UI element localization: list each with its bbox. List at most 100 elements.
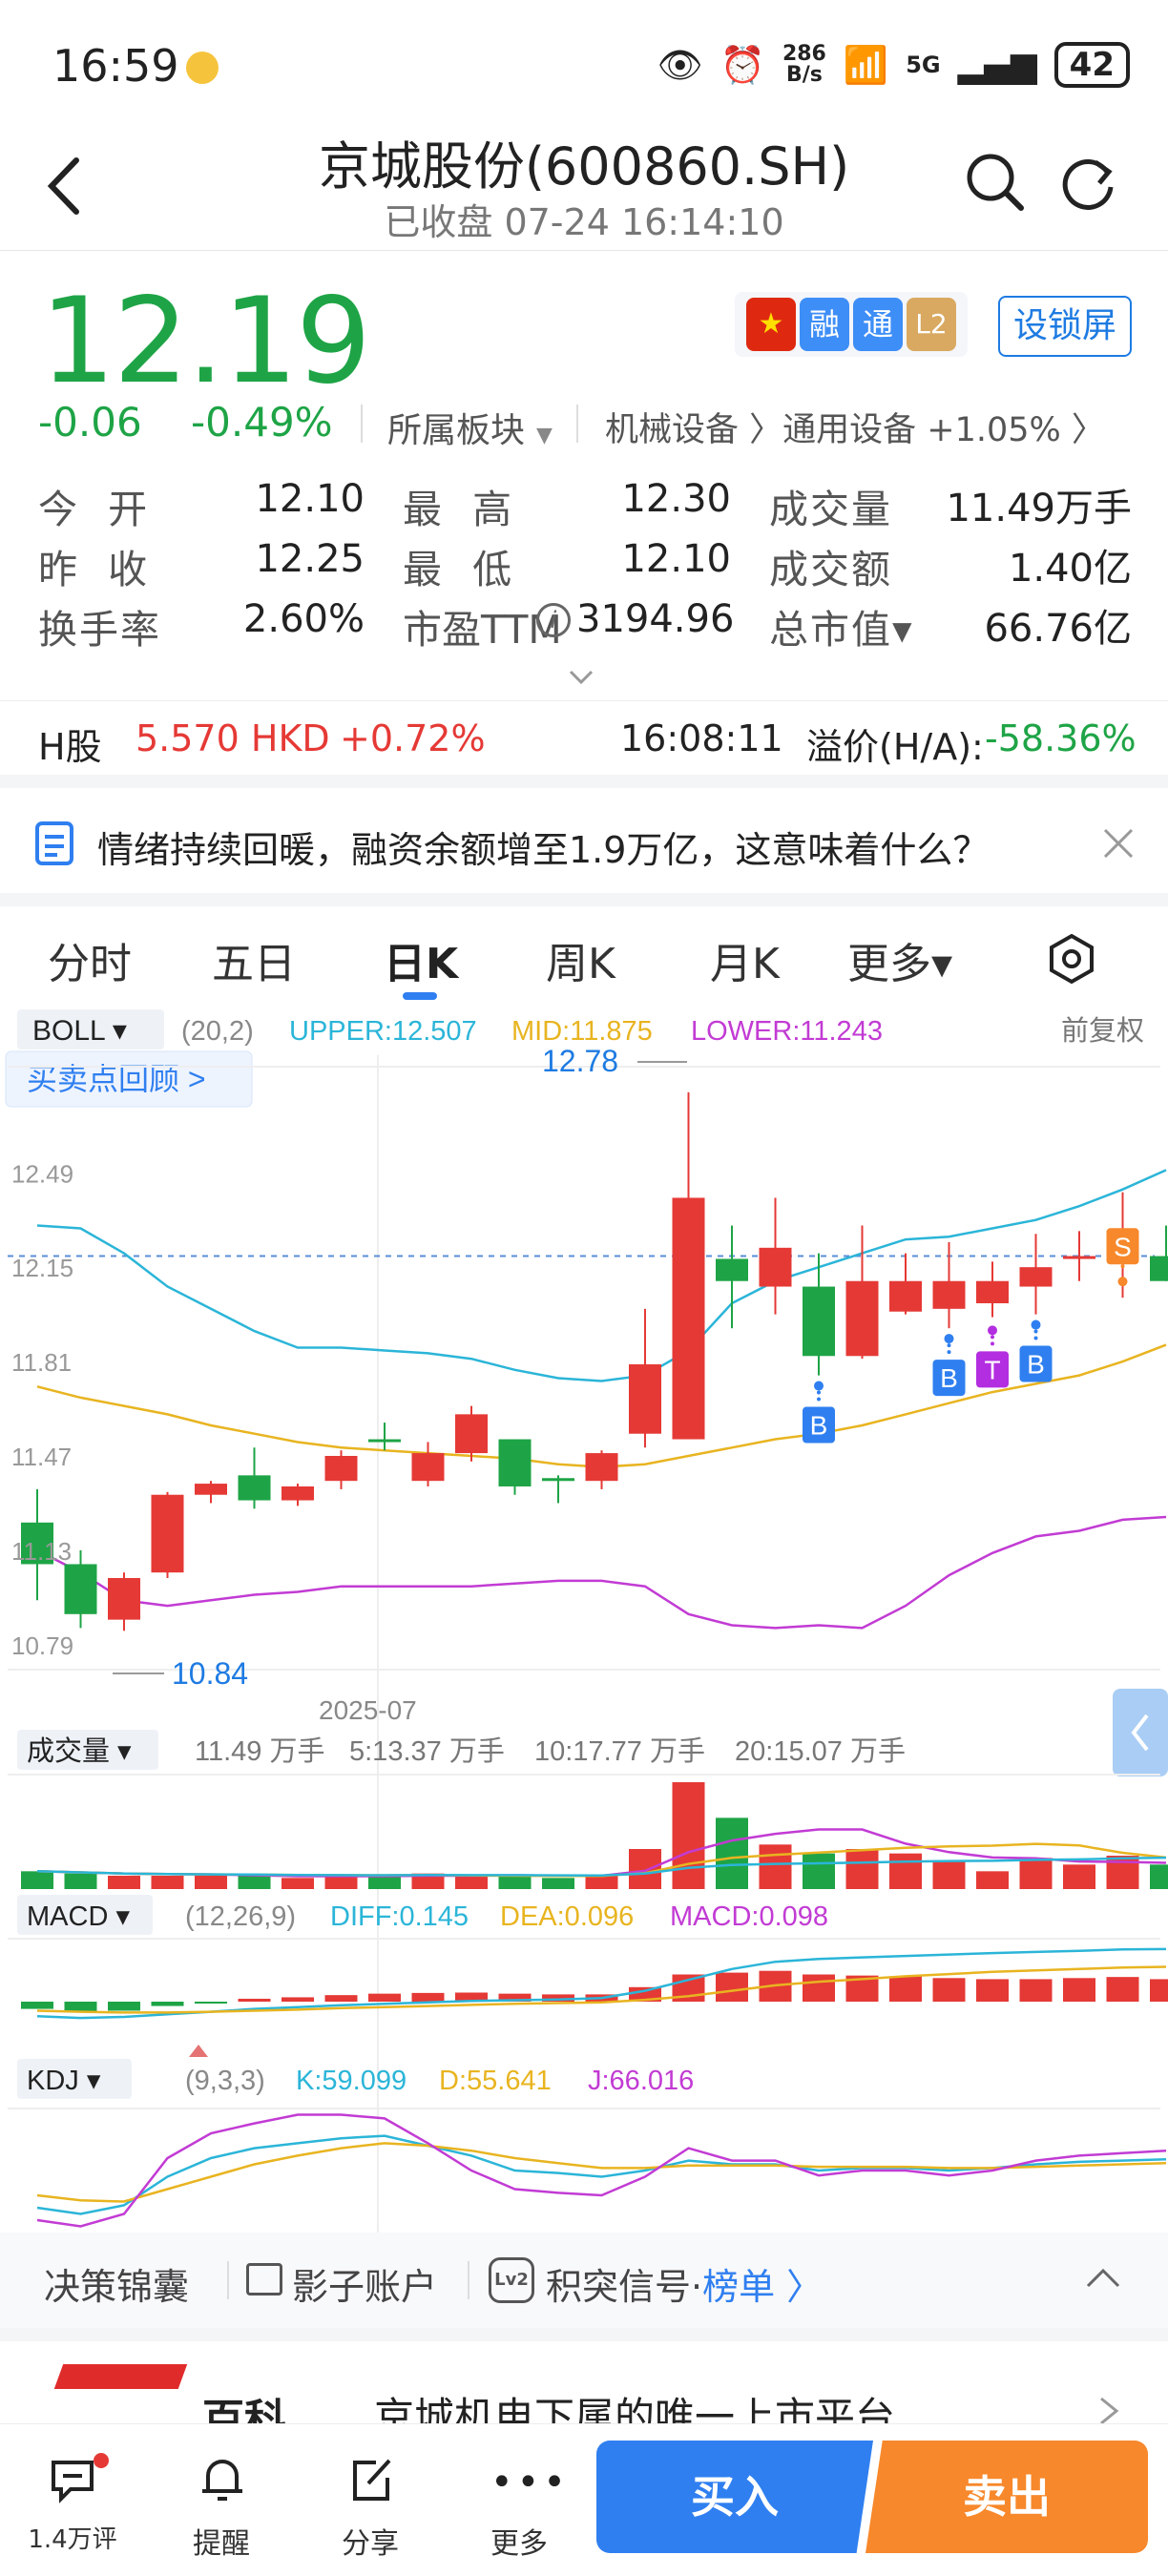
caret-down-icon: ▼ [536, 424, 553, 447]
bell-icon [202, 2460, 242, 2501]
active-tab-indicator [403, 992, 437, 1000]
volume-bar [195, 1876, 227, 1889]
macd-bar [368, 1993, 401, 2002]
macd-bar [238, 1998, 271, 2002]
volume-bar [845, 1849, 879, 1889]
volume-bar [932, 1859, 966, 1889]
expand-chevron-icon[interactable] [567, 668, 595, 687]
boll-selector[interactable]: BOLL ▾ [32, 1015, 127, 1047]
volume-bar [759, 1844, 792, 1889]
network-type: 5G [906, 52, 941, 78]
candle-body [1019, 1267, 1053, 1287]
settings-icon[interactable] [1046, 933, 1097, 985]
volume-bar [455, 1876, 488, 1889]
volume-bar [542, 1878, 574, 1889]
kdj-params: (9,3,3) [185, 2066, 265, 2096]
tool-shadow-account[interactable]: 影子账户 [292, 2257, 437, 2310]
sector-dropdown[interactable]: 所属板块 ▼ [387, 403, 553, 452]
last-price: 12.19 [40, 273, 371, 410]
search-icon[interactable] [964, 151, 1027, 214]
volume-bar [803, 1853, 835, 1889]
macd-selector[interactable]: MACD ▾ [27, 1901, 130, 1932]
stat-value-pe: 3194.96 [576, 597, 735, 641]
tab-intraday[interactable]: 分时 [48, 929, 132, 990]
kline-chart[interactable]: BOLL ▾ (20,2) UPPER:12.507 MID:11.875 LO… [0, 1002, 1168, 2233]
stat-label-low: 最 低 [403, 547, 514, 592]
macd-bar [932, 1978, 966, 2002]
macd-dea: DEA:0.096 [500, 1901, 634, 1932]
stat-value-low: 12.10 [621, 537, 731, 581]
candle-body [672, 1197, 705, 1440]
volume-value: 11.49 万手 [195, 1735, 324, 1767]
sell-button[interactable]: 卖出 [866, 2441, 1148, 2553]
kdj-j-line [36, 2113, 1167, 2228]
y-tick-label: 12.15 [11, 1254, 73, 1282]
net-speed: 286 B/s [782, 42, 826, 87]
collapse-chevron-icon[interactable] [1084, 2265, 1122, 2292]
macd-bar [108, 2002, 140, 2011]
share-icon [353, 2459, 391, 2501]
y-tick-label: 10.79 [11, 1631, 73, 1660]
tool-ranking[interactable]: 榜单 〉 [702, 2266, 823, 2308]
kdj-d: D:55.641 [439, 2066, 552, 2096]
boll-lower-line [36, 1515, 1167, 1630]
close-icon[interactable] [1101, 826, 1136, 861]
candle-body [195, 1484, 227, 1495]
h-share-premium-value: -58.36% [985, 717, 1137, 759]
macd-params: (12,26,9) [185, 1901, 296, 1932]
volume-bar [21, 1871, 53, 1889]
tab-weekly-k[interactable]: 周K [546, 929, 615, 990]
adjust-mode[interactable]: 前复权 [1061, 1015, 1144, 1047]
tab-more[interactable]: 更多▾ [847, 929, 952, 990]
chart-grid [8, 1055, 1160, 2233]
info-icon[interactable]: i [536, 603, 571, 637]
buy-button[interactable]: 买入 [596, 2441, 873, 2553]
margin-badge[interactable]: 融 [800, 298, 849, 351]
notification-dot [94, 2453, 109, 2468]
boll-mid-text: MID:11.875 [511, 1016, 653, 1047]
candle-body [64, 1564, 97, 1614]
macd-bar [151, 2002, 184, 2006]
marker-dot [988, 1325, 997, 1336]
volume-bar [368, 1876, 401, 1889]
side-panel-tab[interactable] [1113, 1689, 1168, 1776]
chevron-right-icon [1100, 2397, 1119, 2425]
level2-badge[interactable]: L2 [907, 298, 956, 351]
y-tick-label: 11.47 [11, 1443, 72, 1471]
macd-bar [1063, 1978, 1095, 2002]
marker-label: T [984, 1355, 1000, 1384]
volume-ma5: 5:13.37 万手 [349, 1735, 505, 1767]
refresh-icon[interactable] [1057, 151, 1120, 214]
macd-bar [1106, 1977, 1139, 2002]
candle-body [1063, 1256, 1095, 1259]
marker-dot [1120, 1264, 1125, 1269]
stat-label-market-cap[interactable]: 总市值▾ [769, 597, 914, 654]
company-card[interactable]: 百科 京城机电下属的唯一上市平台 [0, 2347, 1168, 2460]
boll-upper-text: UPPER:12.507 [289, 1016, 477, 1047]
candle-body [629, 1364, 661, 1434]
tab-daily-k[interactable]: 日K [384, 929, 458, 990]
connect-badge[interactable]: 通 [853, 298, 903, 351]
marker-dot [1033, 1329, 1038, 1334]
news-headline[interactable]: 情绪持续回暖，融资余额增至1.9万亿，这意味着什么？ [97, 821, 989, 873]
boll-upper-line [36, 1169, 1167, 1382]
volume-bar [1063, 1864, 1095, 1889]
volume-bar [1150, 1864, 1168, 1889]
tab-monthly-k[interactable]: 月K [710, 929, 780, 990]
candle-body [108, 1578, 140, 1620]
tool-decision[interactable]: 决策锦囊 [44, 2257, 189, 2310]
volume-bar [151, 1876, 184, 1889]
h-share-price: 5.570 HKD [136, 717, 330, 759]
sector-path[interactable]: 机械设备 〉通用设备 +1.05% 〉 [605, 403, 1105, 451]
macd-bar [976, 1979, 1009, 2002]
kdj-selector[interactable]: KDJ ▾ [27, 2066, 101, 2096]
volume-ma10: 10:17.77 万手 [534, 1735, 705, 1767]
china-flag-icon: ★ [746, 298, 796, 351]
tool-signal[interactable]: 积突信号·榜单 〉 [546, 2257, 823, 2310]
lock-screen-button[interactable]: 设锁屏 [998, 296, 1132, 357]
alarm-icon: ⏰ [720, 43, 765, 86]
candle-body [282, 1486, 314, 1501]
tab-five-day[interactable]: 五日 [212, 929, 296, 990]
volume-selector[interactable]: 成交量 ▾ [27, 1735, 132, 1767]
volume-bar [1019, 1858, 1053, 1889]
